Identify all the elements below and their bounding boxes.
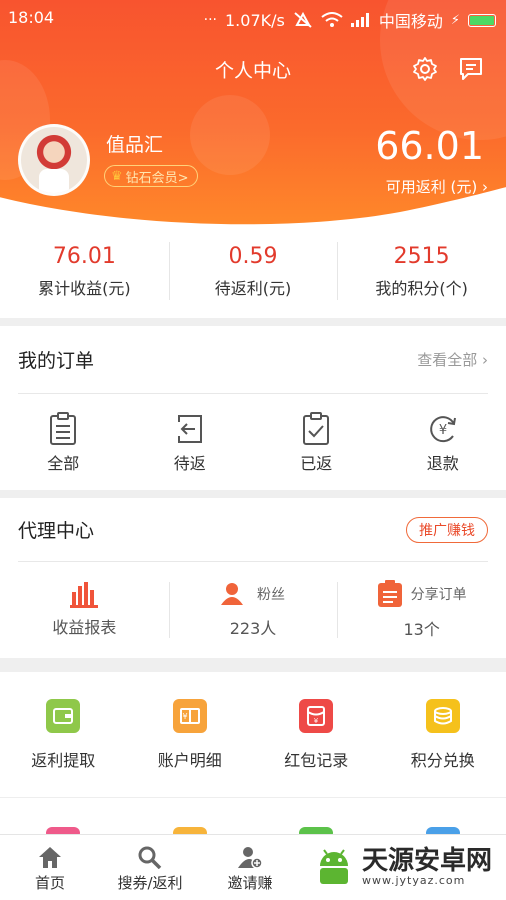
return-arrow-icon	[177, 415, 202, 443]
svg-text:¥: ¥	[439, 423, 447, 438]
bar-chart-icon	[70, 582, 99, 608]
account-detail-icon: ¥	[172, 698, 207, 733]
stat-total-income[interactable]: 76.01 累计收益(元)	[0, 232, 169, 318]
tool-label: 账户明细	[157, 750, 222, 770]
fans-count: 223人	[229, 619, 277, 638]
shared-orders-title: 分享订单	[410, 587, 467, 603]
mute-icon	[294, 11, 312, 28]
settings-gear-icon[interactable]	[412, 56, 438, 82]
stat-points[interactable]: 2515 我的积分(个)	[337, 232, 506, 318]
order-tab-pending[interactable]: 待返	[127, 412, 254, 474]
avatar[interactable]	[18, 124, 90, 196]
tool-points-exchange[interactable]: 积分兑换	[380, 698, 506, 771]
orders-title: 我的订单	[18, 350, 95, 372]
yen-refund-icon: ¥	[429, 416, 456, 443]
tool-label: 返利提取	[31, 750, 96, 770]
order-tab-returned[interactable]: 已返	[253, 412, 380, 474]
crown-icon: ♛	[111, 168, 123, 184]
fans[interactable]: 粉丝 223人	[168, 562, 338, 658]
message-icon[interactable]	[458, 56, 484, 82]
agent-card: 代理中心 推广赚钱 收益报表 粉丝 223人 分享订单 13个	[0, 498, 506, 658]
vip-badge[interactable]: ♛ 钻石会员>	[104, 165, 198, 187]
red-packet-icon: ¥	[299, 698, 334, 733]
tab-label: 搜券/返利	[117, 874, 183, 892]
clipboard-check-icon	[303, 412, 330, 445]
order-tab-label: 全部	[47, 454, 80, 473]
stat-value: 76.01	[52, 244, 116, 269]
fans-title: 粉丝	[257, 587, 285, 603]
status-time: 18:04	[8, 8, 55, 27]
income-report[interactable]: 收益报表	[0, 562, 169, 658]
stat-label: 累计收益(元)	[38, 279, 131, 298]
dots-icon: ···	[203, 12, 217, 28]
balance-amount[interactable]: 66.01	[375, 124, 484, 168]
wifi-icon	[321, 12, 343, 27]
svg-text:¥: ¥	[182, 712, 187, 721]
carrier-name: 中国移动	[378, 12, 443, 31]
stat-pending-rebate[interactable]: 0.59 待返利(元)	[168, 232, 338, 318]
coins-icon	[425, 698, 460, 733]
orders-card: 我的订单 查看全部 › 全部 待返 已返 ¥ 退款	[0, 326, 506, 490]
order-tab-all[interactable]: 全部	[0, 412, 127, 474]
decor-circle	[190, 95, 270, 175]
fans-icon	[221, 583, 248, 605]
balance-label[interactable]: 可用返利 (元) ›	[386, 176, 488, 197]
charging-icon: ⚡	[450, 12, 460, 28]
tab-home[interactable]: 首页	[0, 835, 100, 900]
search-icon	[138, 846, 162, 869]
tab-invite[interactable]: 邀请赚	[200, 835, 300, 900]
tab-label: 首页	[34, 874, 65, 892]
battery-icon	[468, 13, 496, 27]
stat-value: 0.59	[228, 244, 278, 269]
income-report-label: 收益报表	[52, 618, 117, 637]
vip-label: 钻石会员>	[125, 170, 189, 186]
agent-title: 代理中心	[18, 520, 95, 542]
tab-label: 邀请赚	[227, 874, 273, 892]
stats-row: 76.01 累计收益(元) 0.59 待返利(元) 2515 我的积分(个)	[0, 232, 506, 318]
status-bar: 18:04 ··· 1.07K/s 中国移动 ⚡	[0, 0, 506, 36]
home-icon	[39, 847, 61, 868]
username[interactable]: 值品汇	[106, 130, 163, 157]
stat-value: 2515	[393, 244, 450, 269]
order-tab-refund[interactable]: ¥ 退款	[380, 412, 506, 474]
order-tab-label: 退款	[426, 454, 459, 473]
tool-rebate-withdraw[interactable]: 返利提取	[0, 698, 127, 771]
view-all-orders-link[interactable]: 查看全部 ›	[417, 349, 488, 370]
clipboard-list-icon	[50, 412, 77, 445]
wallet-icon	[46, 698, 81, 733]
promo-earn-button[interactable]: 推广赚钱	[406, 516, 488, 543]
stat-label: 我的积分(个)	[375, 279, 468, 298]
tool-label: 积分兑换	[410, 750, 475, 770]
watermark-name: 天源安卓网	[362, 845, 493, 876]
tool-account-detail[interactable]: ¥ 账户明细	[127, 698, 254, 771]
order-tab-label: 待返	[173, 454, 206, 473]
stat-label: 待返利(元)	[214, 279, 292, 298]
shared-orders-count: 13个	[403, 620, 440, 639]
tool-red-packet[interactable]: ¥ 红包记录	[253, 698, 380, 771]
tab-search-rebate[interactable]: 搜券/返利	[100, 835, 200, 900]
shared-orders[interactable]: 分享订单 13个	[337, 562, 506, 658]
order-tab-label: 已返	[300, 454, 333, 473]
tools-card: 返利提取 ¥ 账户明细 ¥ 红包记录 积分兑换	[0, 672, 506, 839]
invite-user-icon	[238, 847, 263, 869]
share-order-icon	[377, 580, 402, 607]
network-speed: 1.07K/s	[225, 10, 285, 30]
tool-label: 红包记录	[284, 750, 349, 770]
watermark: 天源安卓网 www.jytyaz.com	[312, 846, 492, 888]
svg-text:¥: ¥	[314, 717, 319, 725]
android-logo-icon	[320, 849, 348, 884]
signal-icon	[350, 13, 369, 27]
